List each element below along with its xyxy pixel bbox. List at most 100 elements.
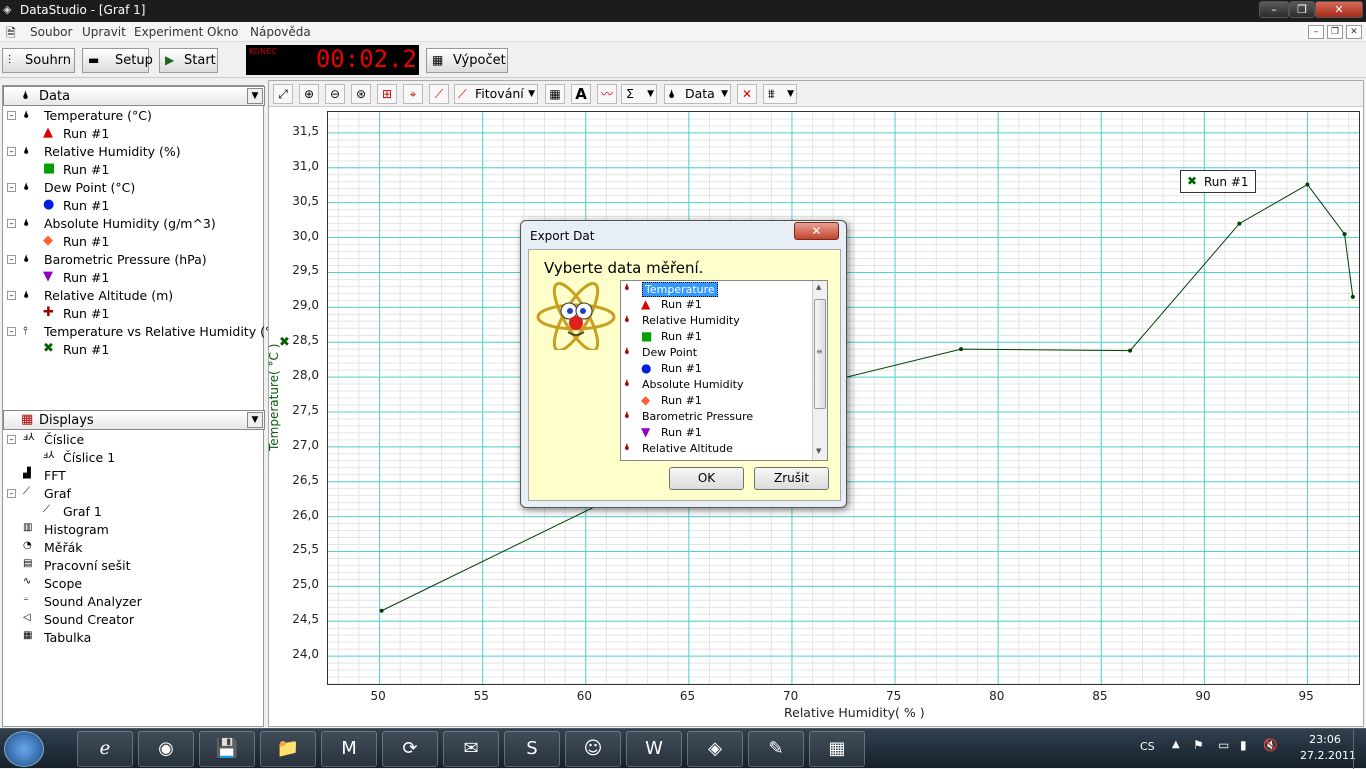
display-item[interactable]: ▦ Tabulka <box>3 629 263 647</box>
data-source-item[interactable]: – 🌢 Temperature (°C) <box>3 107 263 125</box>
mdi-close-button[interactable]: ✕ <box>1346 25 1362 39</box>
fit-dropdown[interactable]: ⟋ Fitování ▼ <box>454 84 538 104</box>
measurement-list[interactable]: 🌢 Temperature ▲ Run #1 🌢 Relative Humidity ■ Ru… <box>620 280 828 461</box>
mdi-restore-button[interactable]: ❐ <box>1327 25 1343 39</box>
dialog-run-item[interactable]: ▲ Run #1 <box>621 297 811 313</box>
list-scrollbar[interactable]: ▲ ≡ ▼ <box>812 281 827 460</box>
display-item[interactable]: ⍨ Sound Analyzer <box>3 593 263 611</box>
calculate-button[interactable]: ▦ Výpočet <box>426 48 508 73</box>
show-desktop-button[interactable] <box>1353 729 1366 769</box>
collapse-icon[interactable]: – <box>7 489 16 498</box>
network-icon[interactable]: ▮ <box>1240 738 1247 752</box>
display-item[interactable]: – ⅎ⅄ Číslice <box>3 431 263 449</box>
display-item[interactable]: ⅎ⅄ Číslice 1 <box>3 449 263 467</box>
prediction-icon[interactable]: 〰 <box>597 84 617 104</box>
data-point[interactable] <box>1237 221 1242 226</box>
cancel-button[interactable]: Zrušit <box>754 467 829 490</box>
start-button[interactable]: ▶ Start <box>159 48 218 73</box>
ok-button[interactable]: OK <box>669 467 744 490</box>
dialog-measurement-item[interactable]: 🌢 Temperature <box>621 281 811 297</box>
mdi-minimize-button[interactable]: – <box>1308 25 1324 39</box>
chevron-down-icon[interactable]: ▼ <box>247 412 263 428</box>
run-item[interactable]: ✖ Run #1 <box>3 341 263 359</box>
summary-button[interactable]: ⫶ Souhrn <box>2 48 75 73</box>
file-explorer-icon[interactable]: 📁 <box>260 731 316 767</box>
refresh-app-icon[interactable]: ⟳ <box>382 731 438 767</box>
scroll-up-icon[interactable]: ▲ <box>816 283 821 291</box>
zoom-select-icon[interactable]: ⊛ <box>351 84 371 104</box>
menu-soubor[interactable]: Soubor <box>30 25 72 39</box>
messenger-icon[interactable]: ☺ <box>565 731 621 767</box>
dialog-run-item[interactable]: ● Run #1 <box>621 361 811 377</box>
text-annotation-icon[interactable]: A <box>571 84 591 104</box>
slope-tool-icon[interactable]: ⟋ <box>429 84 449 104</box>
dialog-measurement-item[interactable]: 🌢 Relative Altitude <box>621 441 811 457</box>
volume-muted-icon[interactable]: 🔇 <box>1263 738 1278 752</box>
word-icon[interactable]: W <box>626 731 682 767</box>
run-item[interactable]: ▼ Run #1 <box>3 269 263 287</box>
dialog-close-button[interactable]: ✕ <box>794 222 839 240</box>
menu-experiment[interactable]: Experiment <box>134 25 203 39</box>
internet-explorer-icon[interactable]: ℯ <box>77 731 133 767</box>
collapse-icon[interactable]: – <box>7 147 16 156</box>
display-item[interactable]: ◁ Sound Creator <box>3 611 263 629</box>
display-item[interactable]: ∿ Scope <box>3 575 263 593</box>
calculator-icon[interactable]: ▦ <box>545 84 565 104</box>
zoom-out-icon[interactable]: ⊖ <box>325 84 345 104</box>
display-item[interactable]: ▥ Histogram <box>3 521 263 539</box>
menu-okno[interactable]: Okno <box>207 25 238 39</box>
dialog-measurement-item[interactable]: 🌢 Barometric Pressure <box>621 409 811 425</box>
gmail-icon[interactable]: M <box>321 731 377 767</box>
display-item[interactable]: ⟋ Graf 1 <box>3 503 263 521</box>
outlook-icon[interactable]: ✉ <box>443 731 499 767</box>
statistics-dropdown[interactable]: Σ ▼ <box>621 84 657 104</box>
data-point[interactable] <box>1305 182 1310 187</box>
menu-upravit[interactable]: Upravit <box>82 25 126 39</box>
display-item[interactable]: – ⟋ Graf <box>3 485 263 503</box>
collapse-icon[interactable]: – <box>7 183 16 192</box>
save-disk-icon[interactable]: 💾 <box>199 731 255 767</box>
movie-icon[interactable]: ▦ <box>809 731 865 767</box>
data-point[interactable] <box>1342 232 1347 237</box>
data-source-item[interactable]: – 🌢 Relative Humidity (%) <box>3 143 263 161</box>
datastudio-icon[interactable]: ◈ <box>687 731 743 767</box>
clock-time[interactable]: 23:06 <box>1300 733 1350 746</box>
scroll-down-icon[interactable]: ▼ <box>816 447 821 455</box>
collapse-icon[interactable]: – <box>7 327 16 336</box>
data-point[interactable] <box>959 347 964 352</box>
clock-date[interactable]: 27.2.2011 <box>1300 749 1356 762</box>
data-source-item[interactable]: – ⫯ Temperature vs Relative Humidity (°C) <box>3 323 285 341</box>
data-source-item[interactable]: – 🌢 Absolute Humidity (g/m^3) <box>3 215 263 233</box>
doc-icon[interactable]: 🗎 <box>6 24 16 45</box>
language-indicator[interactable]: CS <box>1140 740 1155 753</box>
graph-settings-dropdown[interactable]: ⩩ ▼ <box>763 84 797 104</box>
setup-button[interactable]: ▬ Setup <box>82 48 153 73</box>
skype-icon[interactable]: S <box>504 731 560 767</box>
tray-arrow-icon[interactable]: ▲ <box>1172 739 1180 750</box>
data-source-item[interactable]: – 🌢 Dew Point (°C) <box>3 179 263 197</box>
dialog-measurement-item[interactable]: 🌢 Absolute Humidity <box>621 377 811 393</box>
data-source-item[interactable]: – 🌢 Barometric Pressure (hPa) <box>3 251 263 269</box>
run-item[interactable]: ✚ Run #1 <box>3 305 263 323</box>
display-item[interactable]: ▤ Pracovní sešit <box>3 557 263 575</box>
dialog-measurement-item[interactable]: 🌢 Dew Point <box>621 345 811 361</box>
collapse-icon[interactable]: – <box>7 111 16 120</box>
chrome-icon[interactable]: ◉ <box>138 731 194 767</box>
dialog-measurement-item[interactable]: 🌢 Relative Humidity <box>621 313 811 329</box>
menu-napoveda[interactable]: Nápověda <box>250 25 311 39</box>
display-item[interactable]: ◔ Měřák <box>3 539 263 557</box>
flag-icon[interactable]: ⚑ <box>1193 738 1204 752</box>
collapse-icon[interactable]: – <box>7 291 16 300</box>
chevron-down-icon[interactable]: ▼ <box>247 88 263 104</box>
data-point[interactable] <box>1128 348 1133 353</box>
dialog-run-item[interactable]: ■ Run #1 <box>621 329 811 345</box>
scale-to-fit-icon[interactable]: ⤢ <box>273 84 293 104</box>
collapse-icon[interactable]: – <box>7 435 16 444</box>
run-item[interactable]: ◆ Run #1 <box>3 233 263 251</box>
data-dropdown[interactable]: 🌢 Data ▼ <box>664 84 731 104</box>
run-item[interactable]: ● Run #1 <box>3 197 263 215</box>
paint-icon[interactable]: ✎ <box>748 731 804 767</box>
collapse-icon[interactable]: – <box>7 255 16 264</box>
chart-legend[interactable]: ✖ Run #1 <box>1180 170 1256 193</box>
collapse-icon[interactable]: – <box>7 219 16 228</box>
